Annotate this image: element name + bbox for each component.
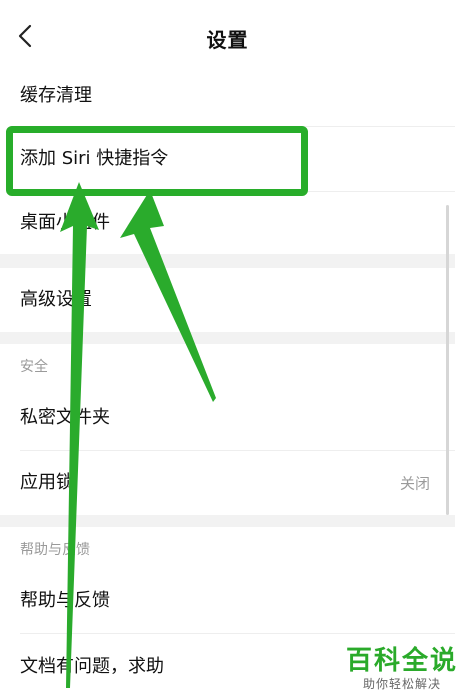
desktop-widget-row[interactable]: 桌面小组件 xyxy=(0,192,455,254)
app-lock-row[interactable]: 应用锁 关闭 xyxy=(0,451,455,515)
private-folder-label: 私密文件夹 xyxy=(20,407,110,428)
security-section-header: 安全 xyxy=(0,344,455,386)
help-section-title: 帮助与反馈 xyxy=(20,542,90,558)
desktop-widget-label: 桌面小组件 xyxy=(20,212,110,233)
security-section-title: 安全 xyxy=(20,359,48,375)
scrollbar-thumb[interactable] xyxy=(446,205,449,515)
advanced-settings-row[interactable]: 高级设置 xyxy=(0,268,455,332)
section-gap xyxy=(0,332,455,344)
help-feedback-label: 帮助与反馈 xyxy=(20,590,110,611)
cache-clean-row[interactable]: 缓存清理 xyxy=(0,66,455,126)
section-gap xyxy=(0,515,455,527)
doc-issue-label: 文档有问题，求助 xyxy=(20,656,164,677)
help-feedback-row[interactable]: 帮助与反馈 xyxy=(0,569,455,633)
doc-issue-row[interactable]: 文档有问题，求助 xyxy=(0,634,455,700)
siri-shortcut-row[interactable]: 添加 Siri 快捷指令 xyxy=(0,127,455,191)
section-gap xyxy=(0,254,455,268)
nav-bar: 设置 xyxy=(0,0,455,67)
page-title: 设置 xyxy=(206,28,249,52)
page-right-margin xyxy=(455,0,472,700)
siri-shortcut-label: 添加 Siri 快捷指令 xyxy=(20,148,169,169)
advanced-settings-label: 高级设置 xyxy=(20,289,92,310)
app-lock-label: 应用锁 xyxy=(20,472,74,493)
cache-clean-label: 缓存清理 xyxy=(20,85,92,106)
help-section-header: 帮助与反馈 xyxy=(0,527,455,569)
app-lock-status: 关闭 xyxy=(399,474,430,493)
private-folder-row[interactable]: 私密文件夹 xyxy=(0,386,455,450)
